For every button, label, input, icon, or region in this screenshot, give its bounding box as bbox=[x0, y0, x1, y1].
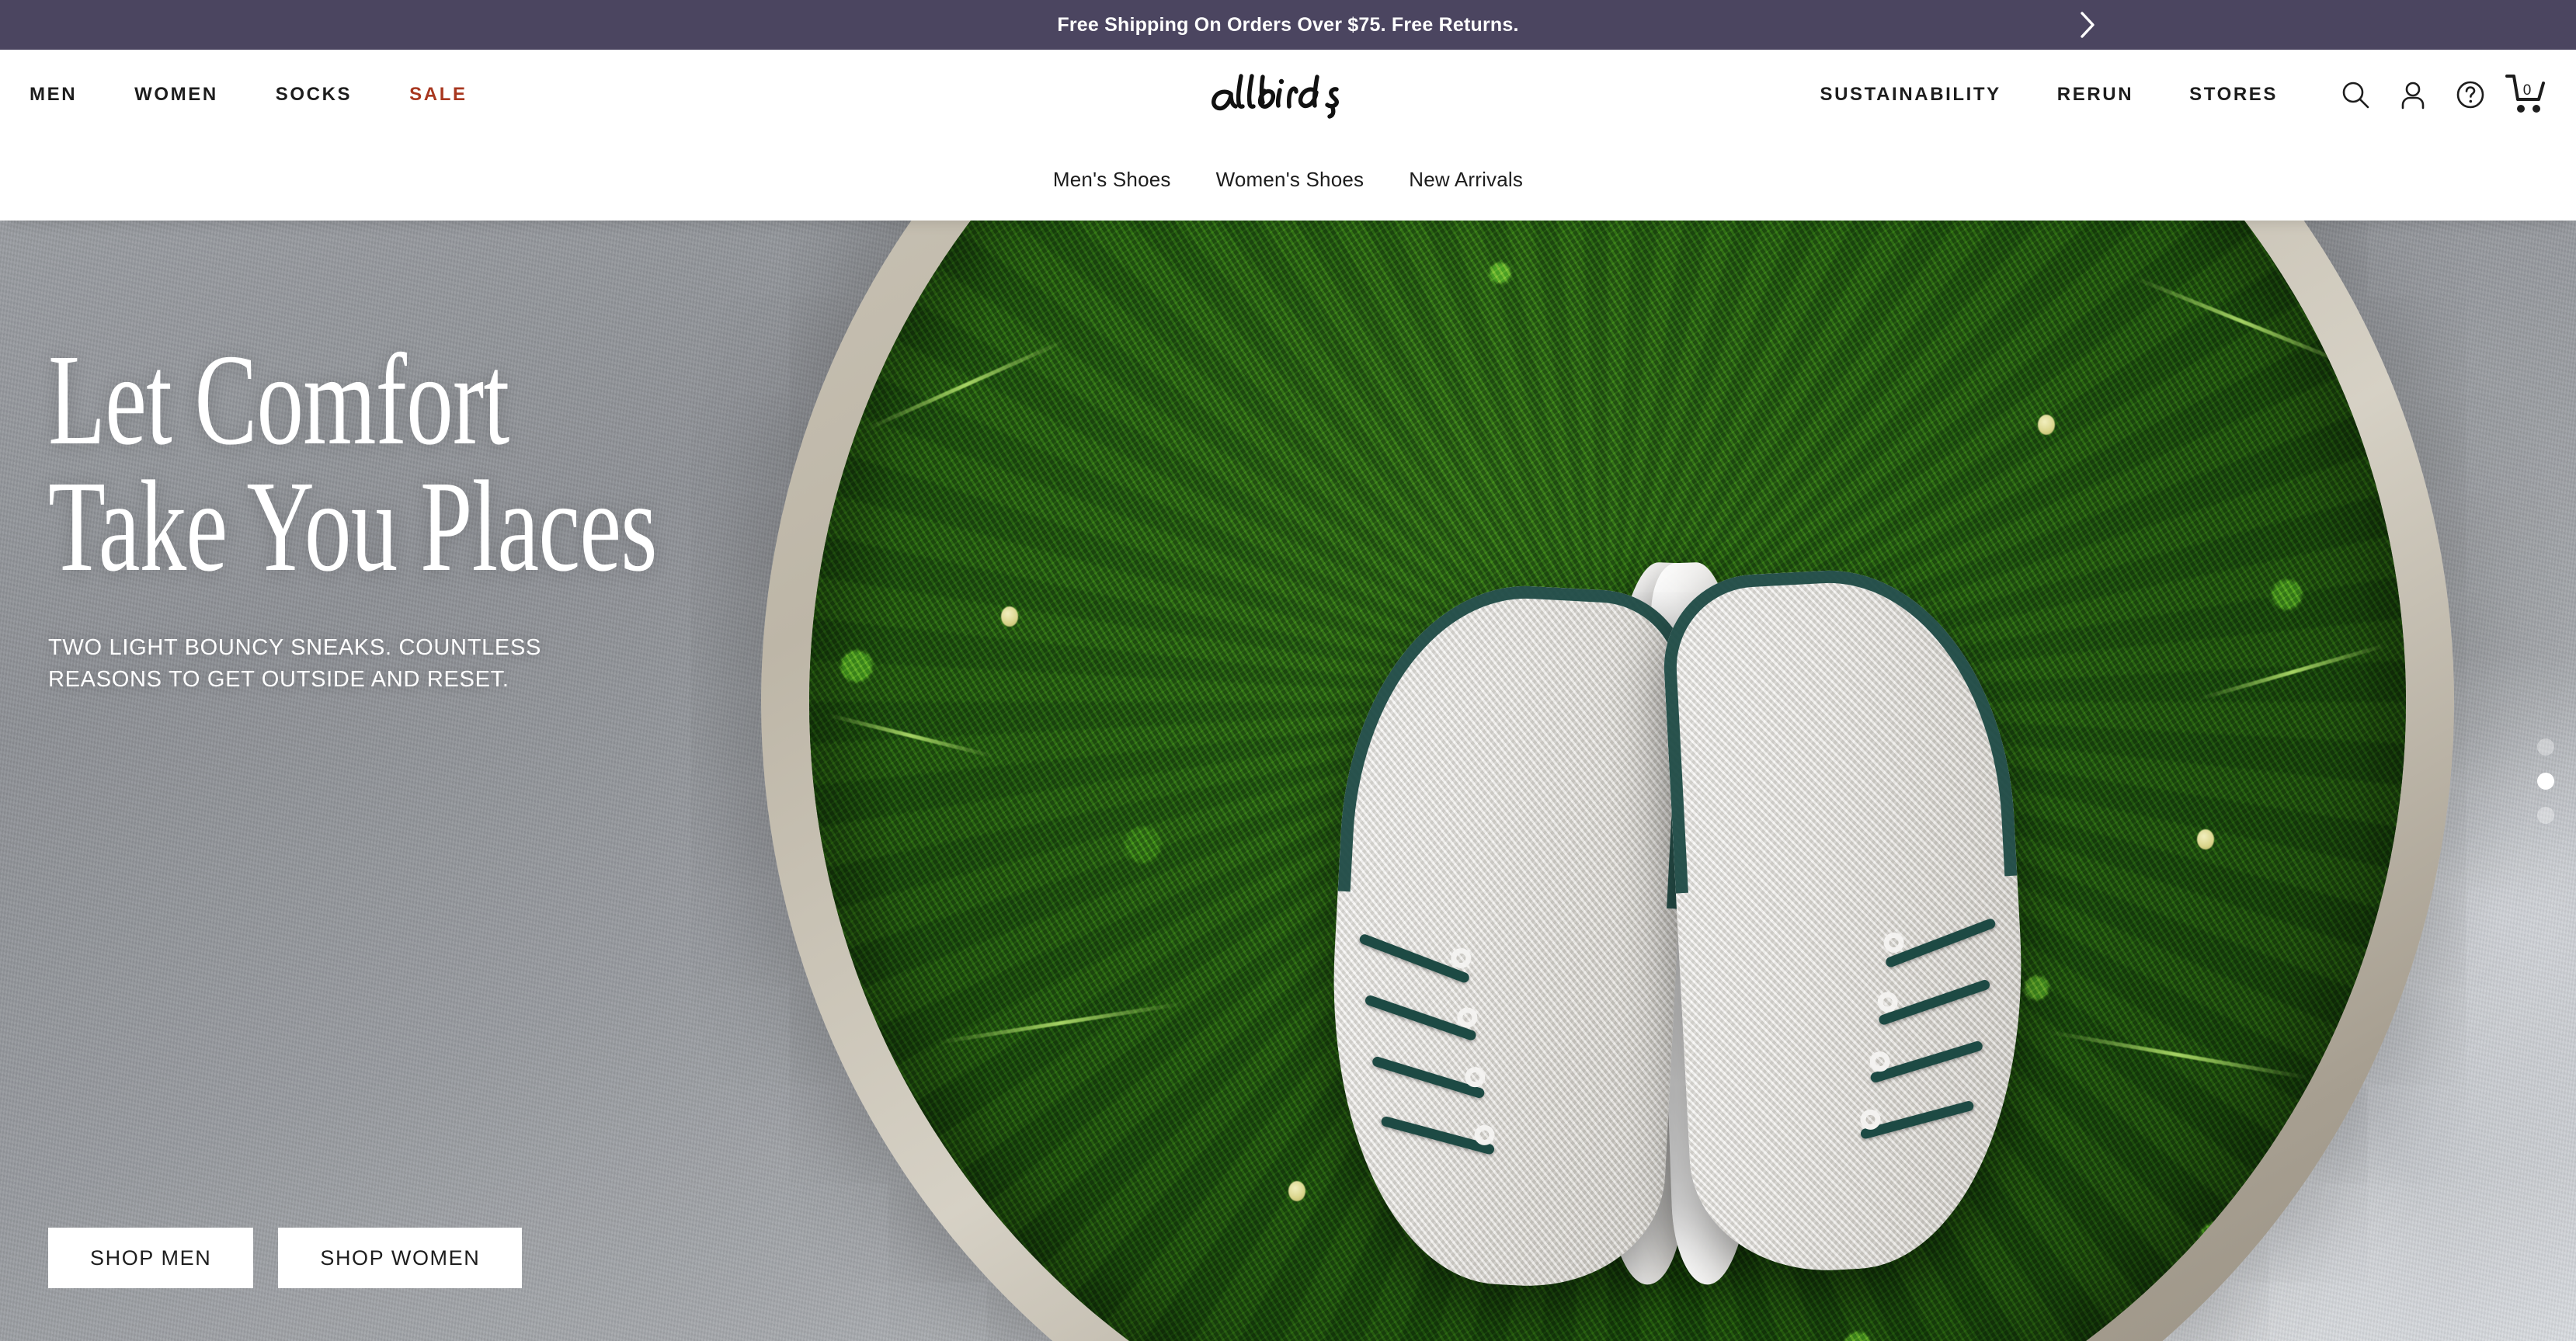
nav-item-men[interactable]: MEN bbox=[30, 84, 77, 106]
carousel-pagination bbox=[2537, 738, 2554, 824]
account-icon[interactable] bbox=[2391, 73, 2435, 116]
main-navigation: MEN WOMEN SOCKS SALE SUSTAINABILITY RERU… bbox=[0, 50, 2576, 139]
search-icon[interactable] bbox=[2334, 73, 2377, 116]
flower-bud bbox=[1000, 606, 1018, 627]
subnav-item-womens-shoes[interactable]: Women's Shoes bbox=[1216, 168, 1364, 192]
carousel-dot-2[interactable] bbox=[2537, 772, 2554, 790]
shop-men-button[interactable]: SHOP MEN bbox=[48, 1228, 254, 1288]
carousel-dot-3[interactable] bbox=[2537, 806, 2554, 824]
flower-bud bbox=[1288, 1180, 1305, 1201]
nav-item-rerun[interactable]: RERUN bbox=[2057, 84, 2133, 106]
hero-title-line-1: Let Comfort bbox=[48, 328, 509, 472]
announcement-bar: Free Shipping On Orders Over $75. Free R… bbox=[0, 0, 2576, 50]
hero-cta-group: SHOP MEN SHOP WOMEN bbox=[48, 1228, 523, 1288]
secondary-navigation: Men's Shoes Women's Shoes New Arrivals bbox=[0, 139, 2576, 221]
hero-subtitle: TWO LIGHT BOUNCY SNEAKS. COUNTLESS REASO… bbox=[48, 632, 893, 696]
subnav-item-mens-shoes[interactable]: Men's Shoes bbox=[1053, 168, 1171, 192]
shop-women-button[interactable]: SHOP WOMEN bbox=[278, 1228, 523, 1288]
flower-bud bbox=[2037, 414, 2055, 435]
cart-icon-glyph: 0 bbox=[2504, 72, 2552, 117]
nav-item-socks[interactable]: SOCKS bbox=[276, 84, 352, 106]
carousel-dot-1[interactable] bbox=[2537, 738, 2554, 756]
announcement-text: Free Shipping On Orders Over $75. Free R… bbox=[1057, 13, 1519, 36]
cart-icon[interactable]: 0 bbox=[2504, 72, 2552, 117]
allbirds-logo[interactable] bbox=[1208, 71, 1368, 119]
hero-banner: Let Comfort Take You Places TWO LIGHT BO… bbox=[0, 221, 2576, 1341]
hero-copy: Let Comfort Take You Places TWO LIGHT BO… bbox=[48, 328, 893, 696]
nav-item-sustainability[interactable]: SUSTAINABILITY bbox=[1820, 84, 2001, 106]
subnav-item-new-arrivals[interactable]: New Arrivals bbox=[1409, 168, 1523, 192]
hero-subtitle-line-2: REASONS TO GET OUTSIDE AND RESET. bbox=[48, 667, 509, 693]
hero-title-line-2: Take You Places bbox=[48, 453, 657, 599]
help-icon[interactable] bbox=[2449, 73, 2492, 116]
primary-nav-left: MEN WOMEN SOCKS SALE bbox=[0, 84, 525, 106]
nav-item-women[interactable]: WOMEN bbox=[134, 84, 218, 106]
primary-nav-right: SUSTAINABILITY RERUN STORES 0 bbox=[1820, 73, 2550, 116]
nav-item-stores[interactable]: STORES bbox=[2189, 84, 2278, 106]
hero-subtitle-line-1: TWO LIGHT BOUNCY SNEAKS. COUNTLESS bbox=[48, 634, 542, 660]
nav-item-sale[interactable]: SALE bbox=[409, 84, 467, 106]
chevron-right-icon[interactable] bbox=[2071, 9, 2104, 41]
